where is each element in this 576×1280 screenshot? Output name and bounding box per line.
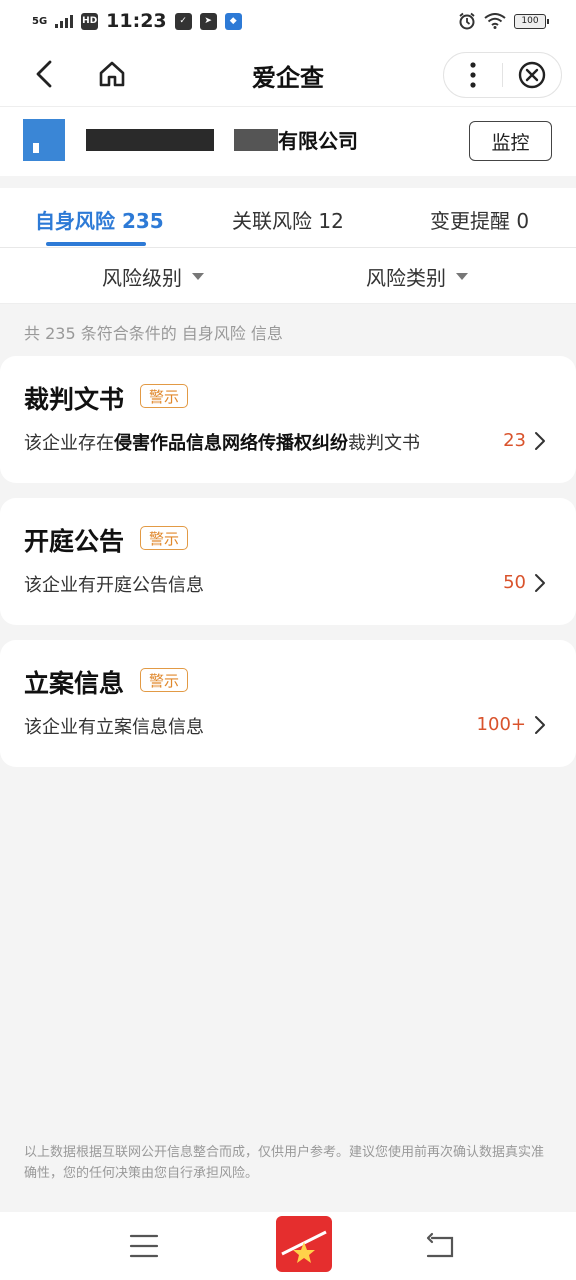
caret-down-icon bbox=[192, 273, 204, 280]
tab-change-alert[interactable]: 变更提醒 0 bbox=[430, 205, 529, 234]
app-icon: ◆ bbox=[224, 12, 242, 30]
risk-card-court-notice[interactable]: 开庭公告 警示 该企业有开庭公告信息 50 bbox=[0, 498, 576, 625]
desc-prefix: 该企业存在 bbox=[24, 433, 114, 454]
alarm-icon bbox=[459, 12, 475, 30]
battery-icon: 100 bbox=[514, 13, 549, 29]
back-nav-button[interactable] bbox=[424, 1232, 456, 1260]
warning-badge: 警示 bbox=[140, 668, 189, 692]
more-icon bbox=[470, 62, 476, 88]
return-icon bbox=[426, 1232, 454, 1258]
close-icon bbox=[518, 61, 546, 89]
tab-self-risk[interactable]: 自身风险 235 bbox=[35, 205, 164, 234]
card-title: 裁判文书 bbox=[24, 385, 125, 414]
status-bar: 5G HD 11:23 ✓ ➤ ◆ 100 bbox=[0, 0, 576, 42]
shield-check-icon: ✓ bbox=[174, 12, 192, 30]
company-header: 有限公司 监控 bbox=[0, 106, 576, 176]
risk-type-label: 风险类别 bbox=[366, 266, 446, 290]
record-count: 50 bbox=[503, 572, 526, 593]
company-name: 有限公司 bbox=[278, 129, 358, 153]
home-app-button[interactable] bbox=[274, 1214, 334, 1274]
desc-bold: 侵害作品信息网络传播权纠纷 bbox=[114, 433, 348, 454]
risk-level-filter[interactable]: 风险级别 bbox=[102, 262, 204, 291]
disclaimer-text: 以上数据根据互联网公开信息整合而成，仅供用户参考。建议您使用前再次确认数据真实准… bbox=[24, 1145, 545, 1181]
risk-card-case-filing[interactable]: 立案信息 警示 该企业有立案信息信息 100+ bbox=[0, 640, 576, 767]
result-summary: 共 235 条符合条件的 自身风险 信息 bbox=[24, 324, 283, 343]
telegram-icon: ➤ bbox=[199, 12, 217, 30]
clock: 11:23 bbox=[106, 10, 167, 32]
company-logo bbox=[23, 119, 65, 161]
chevron-right-icon bbox=[534, 572, 550, 594]
redacted-name-block bbox=[234, 129, 278, 151]
record-count: 23 bbox=[503, 430, 526, 451]
chevron-right-icon bbox=[534, 430, 550, 452]
nav-bar: 爱企查 bbox=[0, 42, 576, 106]
risk-level-label: 风险级别 bbox=[102, 266, 182, 290]
card-description: 该企业有立案信息信息 bbox=[24, 717, 204, 738]
close-button[interactable] bbox=[503, 52, 561, 98]
card-description: 该企业存在侵害作品信息网络传播权纠纷裁判文书 bbox=[24, 429, 420, 455]
tab-related-risk[interactable]: 关联风险 12 bbox=[232, 205, 344, 234]
monitor-button[interactable]: 监控 bbox=[469, 121, 552, 161]
warning-badge: 警示 bbox=[140, 384, 189, 408]
more-button[interactable] bbox=[444, 52, 502, 98]
card-title: 立案信息 bbox=[24, 669, 125, 698]
card-title: 开庭公告 bbox=[24, 527, 125, 556]
wifi-icon bbox=[484, 13, 506, 29]
card-description: 该企业有开庭公告信息 bbox=[24, 575, 204, 596]
system-nav-bar bbox=[0, 1212, 576, 1280]
record-count: 100+ bbox=[476, 714, 526, 735]
chevron-right-icon bbox=[534, 714, 550, 736]
mini-program-capsule bbox=[443, 52, 562, 98]
redacted-name-block bbox=[86, 129, 214, 151]
menu-button[interactable] bbox=[128, 1232, 160, 1260]
app-logo-icon bbox=[276, 1216, 332, 1272]
risk-type-filter[interactable]: 风险类别 bbox=[366, 262, 468, 291]
menu-icon bbox=[129, 1234, 159, 1258]
active-tab-indicator bbox=[46, 242, 146, 246]
caret-down-icon bbox=[456, 273, 468, 280]
network-label: 5G bbox=[32, 15, 48, 27]
filter-bar: 风险级别 风险类别 bbox=[0, 248, 576, 304]
hd-icon: HD bbox=[81, 12, 99, 30]
risk-tabs: 自身风险 235 关联风险 12 变更提醒 0 bbox=[0, 188, 576, 248]
signal-icon bbox=[55, 15, 74, 28]
desc-suffix: 裁判文书 bbox=[348, 433, 420, 454]
warning-badge: 警示 bbox=[140, 526, 189, 550]
risk-card-judgment[interactable]: 裁判文书 警示 该企业存在侵害作品信息网络传播权纠纷裁判文书 23 bbox=[0, 356, 576, 483]
